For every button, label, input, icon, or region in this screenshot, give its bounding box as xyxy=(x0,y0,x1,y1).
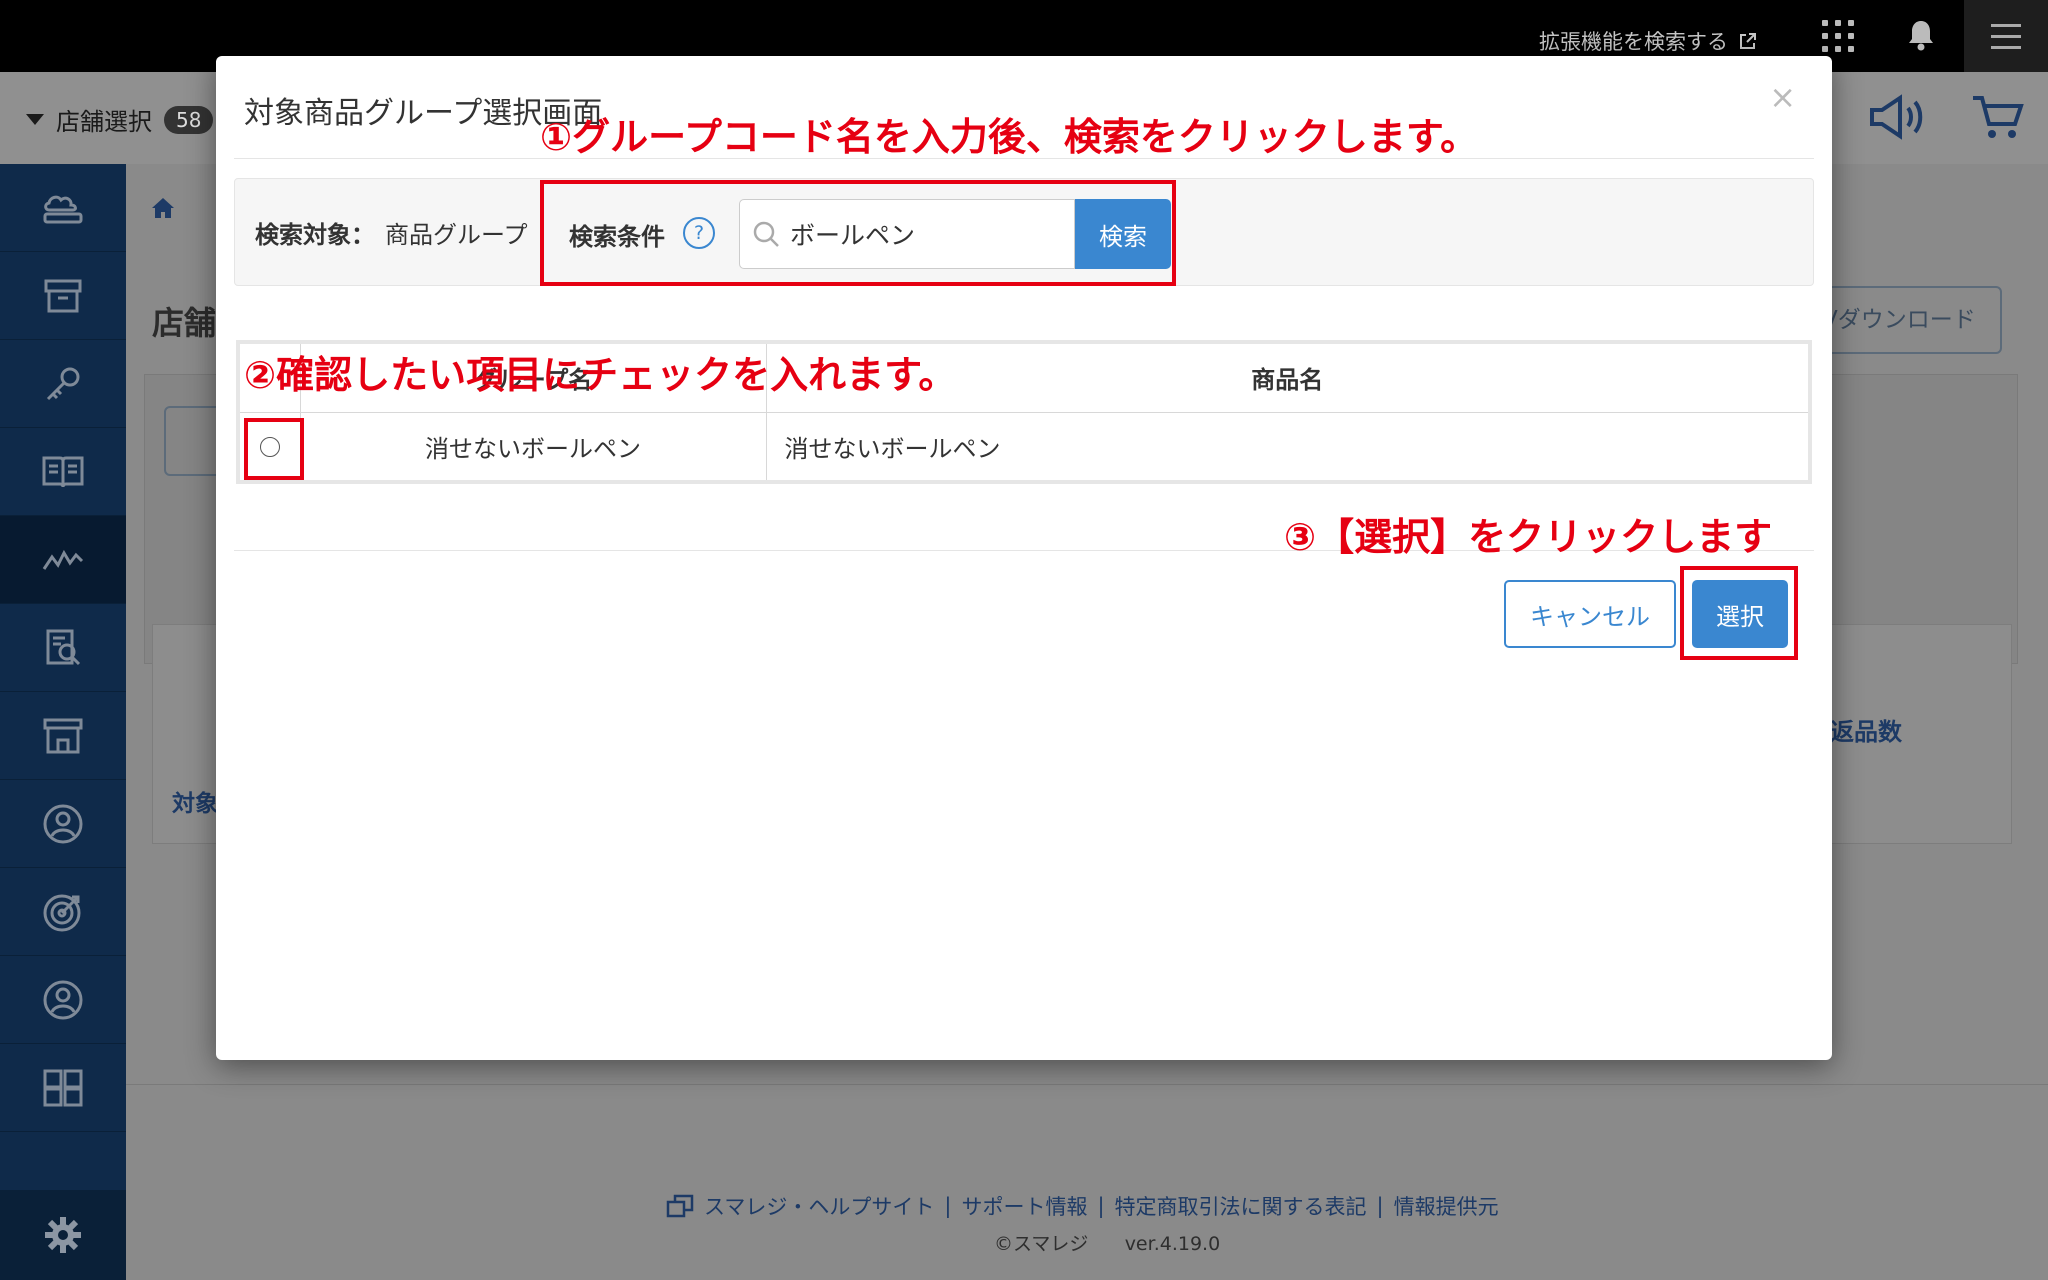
table-row[interactable]: 消せないボールペン 消せないボールペン xyxy=(237,411,1811,483)
target-icon xyxy=(43,894,81,931)
footer-link-help[interactable]: スマレジ・ヘルプサイト xyxy=(704,1191,934,1221)
footer: スマレジ・ヘルプサイト | サポート情報 | 特定商取引法に関する表記 | 情報… xyxy=(126,1084,2048,1280)
footer-links: スマレジ・ヘルプサイト | サポート情報 | 特定商取引法に関する表記 | 情報… xyxy=(666,1191,1499,1221)
sidebar-item-member[interactable] xyxy=(0,780,126,868)
sidebar-item-target[interactable] xyxy=(0,868,126,956)
sidebar-item-store[interactable] xyxy=(0,692,126,780)
footer-link-legal[interactable]: 特定商取引法に関する表記 xyxy=(1115,1191,1367,1221)
key-icon xyxy=(46,367,80,400)
gear-icon xyxy=(45,1217,81,1253)
sidebar-item-apps[interactable] xyxy=(0,1044,126,1132)
page-heading-partial: 店舗 xyxy=(152,304,217,342)
book-icon xyxy=(42,456,84,487)
store-icon xyxy=(43,718,83,753)
report-search-icon xyxy=(46,629,81,665)
sidebar-item-cloud[interactable] xyxy=(0,164,126,252)
home-icon[interactable] xyxy=(150,196,176,220)
footer-link-support[interactable]: サポート情報 xyxy=(961,1191,1087,1221)
caret-down-icon xyxy=(26,114,44,125)
footer-link-provider[interactable]: 情報提供元 xyxy=(1394,1191,1499,1221)
annotation-highlight-radio xyxy=(244,418,304,480)
footer-separator: | xyxy=(1097,1194,1105,1218)
store-select-dropdown[interactable]: 店舗選択 58 xyxy=(26,102,214,137)
analytics-line-icon xyxy=(42,549,84,570)
bell-icon[interactable] xyxy=(1906,18,1936,52)
search-target-label: 検索対象： xyxy=(255,221,375,249)
extension-search-label: 拡張機能を検索する xyxy=(1539,30,1728,54)
sidebar-item-report[interactable] xyxy=(0,604,126,692)
close-icon[interactable]: × xyxy=(1769,78,1796,116)
footer-separator: | xyxy=(944,1194,952,1218)
search-target-value: 商品グループ xyxy=(385,221,528,249)
store-select-label: 店舗選択 xyxy=(56,108,152,136)
member-circle-icon xyxy=(43,804,83,843)
table-cell-group: 消せないボールペン xyxy=(299,411,767,483)
sidebar-nav xyxy=(0,164,126,1280)
staff-user-icon xyxy=(43,980,83,1019)
megaphone-icon[interactable] xyxy=(1866,92,1926,142)
apps-blocks-icon xyxy=(43,1069,83,1106)
sidebar-item-book[interactable] xyxy=(0,428,126,516)
annotation-step-2: ②確認したい項目にチェックを入れます。 xyxy=(244,353,957,397)
store-count-badge: 58 xyxy=(164,105,214,134)
cloud-register-icon xyxy=(43,195,83,223)
return-count-header: 返品数 xyxy=(1830,718,1902,746)
apps-grid-icon[interactable] xyxy=(1822,20,1854,52)
table-cell-product: 消せないボールペン xyxy=(765,411,1811,483)
sidebar-item-analytics[interactable] xyxy=(0,516,126,604)
footer-separator: | xyxy=(1376,1194,1384,1218)
sidebar-item-staff[interactable] xyxy=(0,956,126,1044)
version-text: ver.4.19.0 xyxy=(1124,1233,1221,1255)
sidebar-item-box[interactable] xyxy=(0,252,126,340)
external-window-icon xyxy=(666,1194,694,1218)
cancel-button[interactable]: キャンセル xyxy=(1504,580,1676,648)
row-label-partial: 対象 xyxy=(172,791,218,817)
cart-icon[interactable] xyxy=(1970,92,2026,142)
footer-copyright: ©スマレジ ver.4.19.0 xyxy=(994,1229,1220,1256)
annotation-step-3: ③【選択】をクリックします xyxy=(1284,515,1773,559)
sidebar-settings[interactable] xyxy=(0,1190,126,1280)
hamburger-menu-icon[interactable] xyxy=(1964,0,2048,72)
copyright-text: ©スマレジ xyxy=(994,1233,1089,1255)
annotation-step-1: ①グループコード名を入力後、検索をクリックします。 xyxy=(540,115,1479,159)
box-icon xyxy=(44,279,82,312)
annotation-highlight-select xyxy=(1680,566,1798,660)
sidebar-item-key[interactable] xyxy=(0,340,126,428)
external-link-icon xyxy=(1740,33,1756,49)
extension-search-link[interactable]: 拡張機能を検索する xyxy=(1539,26,1758,56)
annotation-highlight-search xyxy=(540,180,1176,286)
